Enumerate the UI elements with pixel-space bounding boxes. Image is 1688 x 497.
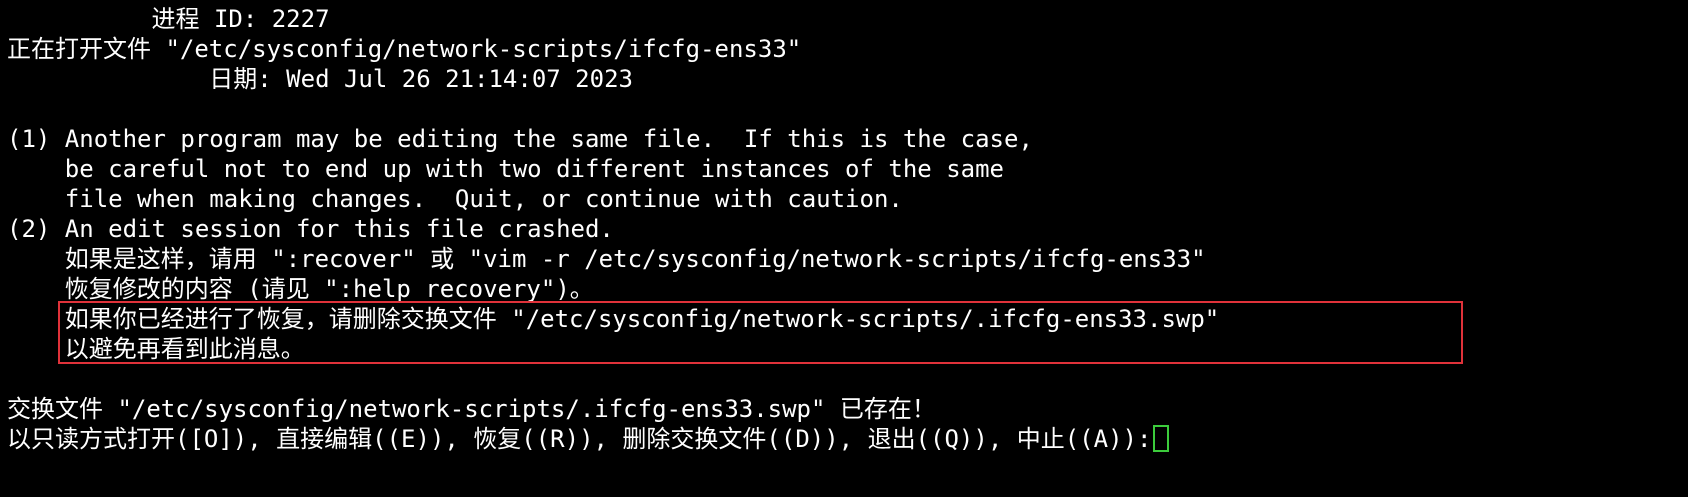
- terminal-window[interactable]: 进程 ID: 2227 正在打开文件 "/etc/sysconfig/netwo…: [0, 0, 1688, 497]
- warning-1-line-2: be careful not to end up with two differ…: [7, 155, 1004, 183]
- terminal-cursor[interactable]: [1153, 424, 1170, 452]
- warning-2-line-2: 如果是这样，请用 ":recover" 或 "vim -r /etc/sysco…: [7, 245, 1206, 273]
- warning-2-line-1: (2) An edit session for this file crashe…: [7, 215, 614, 243]
- highlight-annotation-box: [58, 301, 1463, 364]
- prompt-text: 以只读方式打开([O]), 直接编辑((E)), 恢复((R)), 删除交换文件…: [7, 425, 1152, 453]
- warning-1-line-1: (1) Another program may be editing the s…: [7, 125, 1033, 153]
- prompt-line[interactable]: 以只读方式打开([O]), 直接编辑((E)), 恢复((R)), 删除交换文件…: [7, 424, 1170, 454]
- process-id-line: 进程 ID: 2227: [7, 5, 330, 33]
- swap-exists-line: 交换文件 "/etc/sysconfig/network-scripts/.if…: [7, 395, 936, 423]
- opening-file-line: 正在打开文件 "/etc/sysconfig/network-scripts/i…: [7, 35, 802, 63]
- warning-1-line-3: file when making changes. Quit, or conti…: [7, 185, 903, 213]
- warning-2-line-3: 恢复修改的内容 (请见 ":help recovery")。: [7, 275, 594, 303]
- date-line: 日期: Wed Jul 26 21:14:07 2023: [7, 65, 633, 93]
